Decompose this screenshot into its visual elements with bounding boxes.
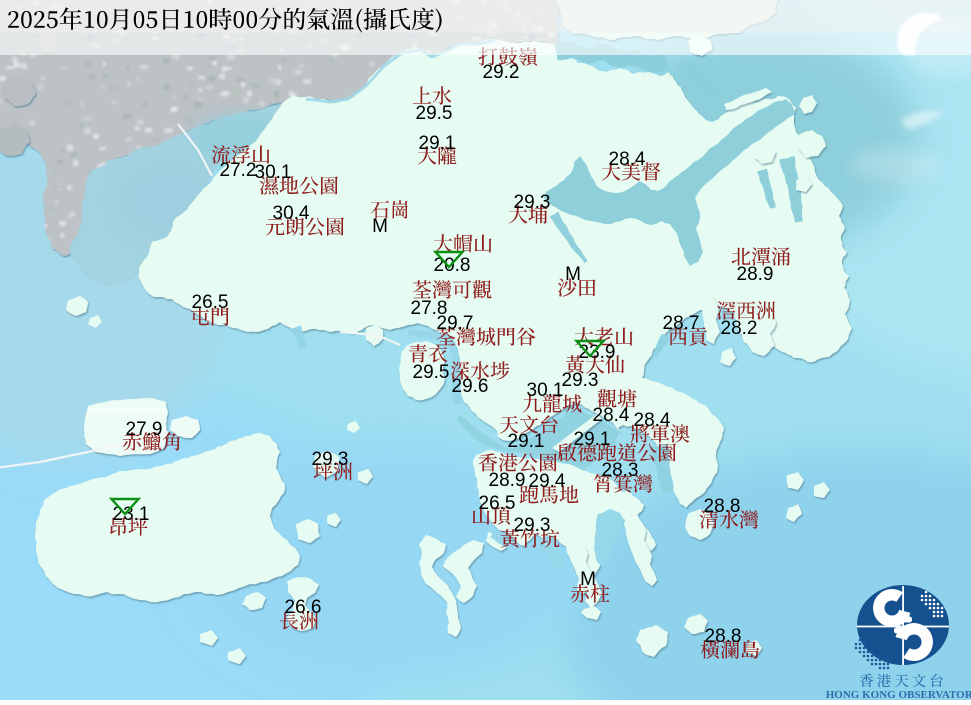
svg-text:M: M bbox=[580, 569, 596, 590]
svg-text:29.3: 29.3 bbox=[514, 192, 551, 213]
svg-text:28.3: 28.3 bbox=[602, 460, 639, 481]
svg-text:29.7: 29.7 bbox=[437, 313, 474, 334]
svg-text:27.9: 27.9 bbox=[126, 419, 163, 440]
svg-text:29.5: 29.5 bbox=[416, 103, 453, 124]
svg-text:29.6: 29.6 bbox=[452, 376, 489, 397]
svg-text:26.5: 26.5 bbox=[479, 493, 516, 514]
svg-text:29.3: 29.3 bbox=[514, 515, 551, 536]
svg-text:28.8: 28.8 bbox=[704, 496, 741, 517]
svg-text:30.1: 30.1 bbox=[527, 380, 564, 401]
svg-text:29.1: 29.1 bbox=[574, 429, 611, 450]
svg-text:29.2: 29.2 bbox=[483, 62, 520, 83]
svg-text:28.9: 28.9 bbox=[489, 470, 526, 491]
svg-text:M: M bbox=[565, 264, 581, 285]
svg-text:28.2: 28.2 bbox=[721, 318, 758, 339]
svg-text:29.3: 29.3 bbox=[562, 370, 599, 391]
svg-text:28.9: 28.9 bbox=[737, 264, 774, 285]
svg-text:26.6: 26.6 bbox=[285, 597, 322, 618]
svg-text:29.4: 29.4 bbox=[529, 471, 566, 492]
svg-text:29.1: 29.1 bbox=[508, 431, 545, 452]
svg-text:30.4: 30.4 bbox=[273, 203, 310, 224]
svg-text:M: M bbox=[372, 216, 388, 237]
svg-text:28.4: 28.4 bbox=[609, 149, 646, 170]
svg-text:29.1: 29.1 bbox=[419, 133, 456, 154]
svg-text:29.5: 29.5 bbox=[413, 362, 450, 383]
svg-text:23.9: 23.9 bbox=[579, 342, 616, 363]
svg-text:28.4: 28.4 bbox=[634, 410, 671, 431]
svg-text:29.3: 29.3 bbox=[312, 449, 349, 470]
svg-text:26.5: 26.5 bbox=[192, 292, 229, 313]
svg-text:HONG KONG OBSERVATORY: HONG KONG OBSERVATORY bbox=[826, 689, 971, 700]
svg-text:30.1: 30.1 bbox=[255, 162, 292, 183]
svg-text:28.7: 28.7 bbox=[663, 313, 700, 334]
svg-text:20.8: 20.8 bbox=[434, 255, 471, 276]
svg-text:28.4: 28.4 bbox=[593, 405, 630, 426]
svg-text:28.8: 28.8 bbox=[705, 626, 742, 647]
svg-text:27.2: 27.2 bbox=[220, 160, 257, 181]
